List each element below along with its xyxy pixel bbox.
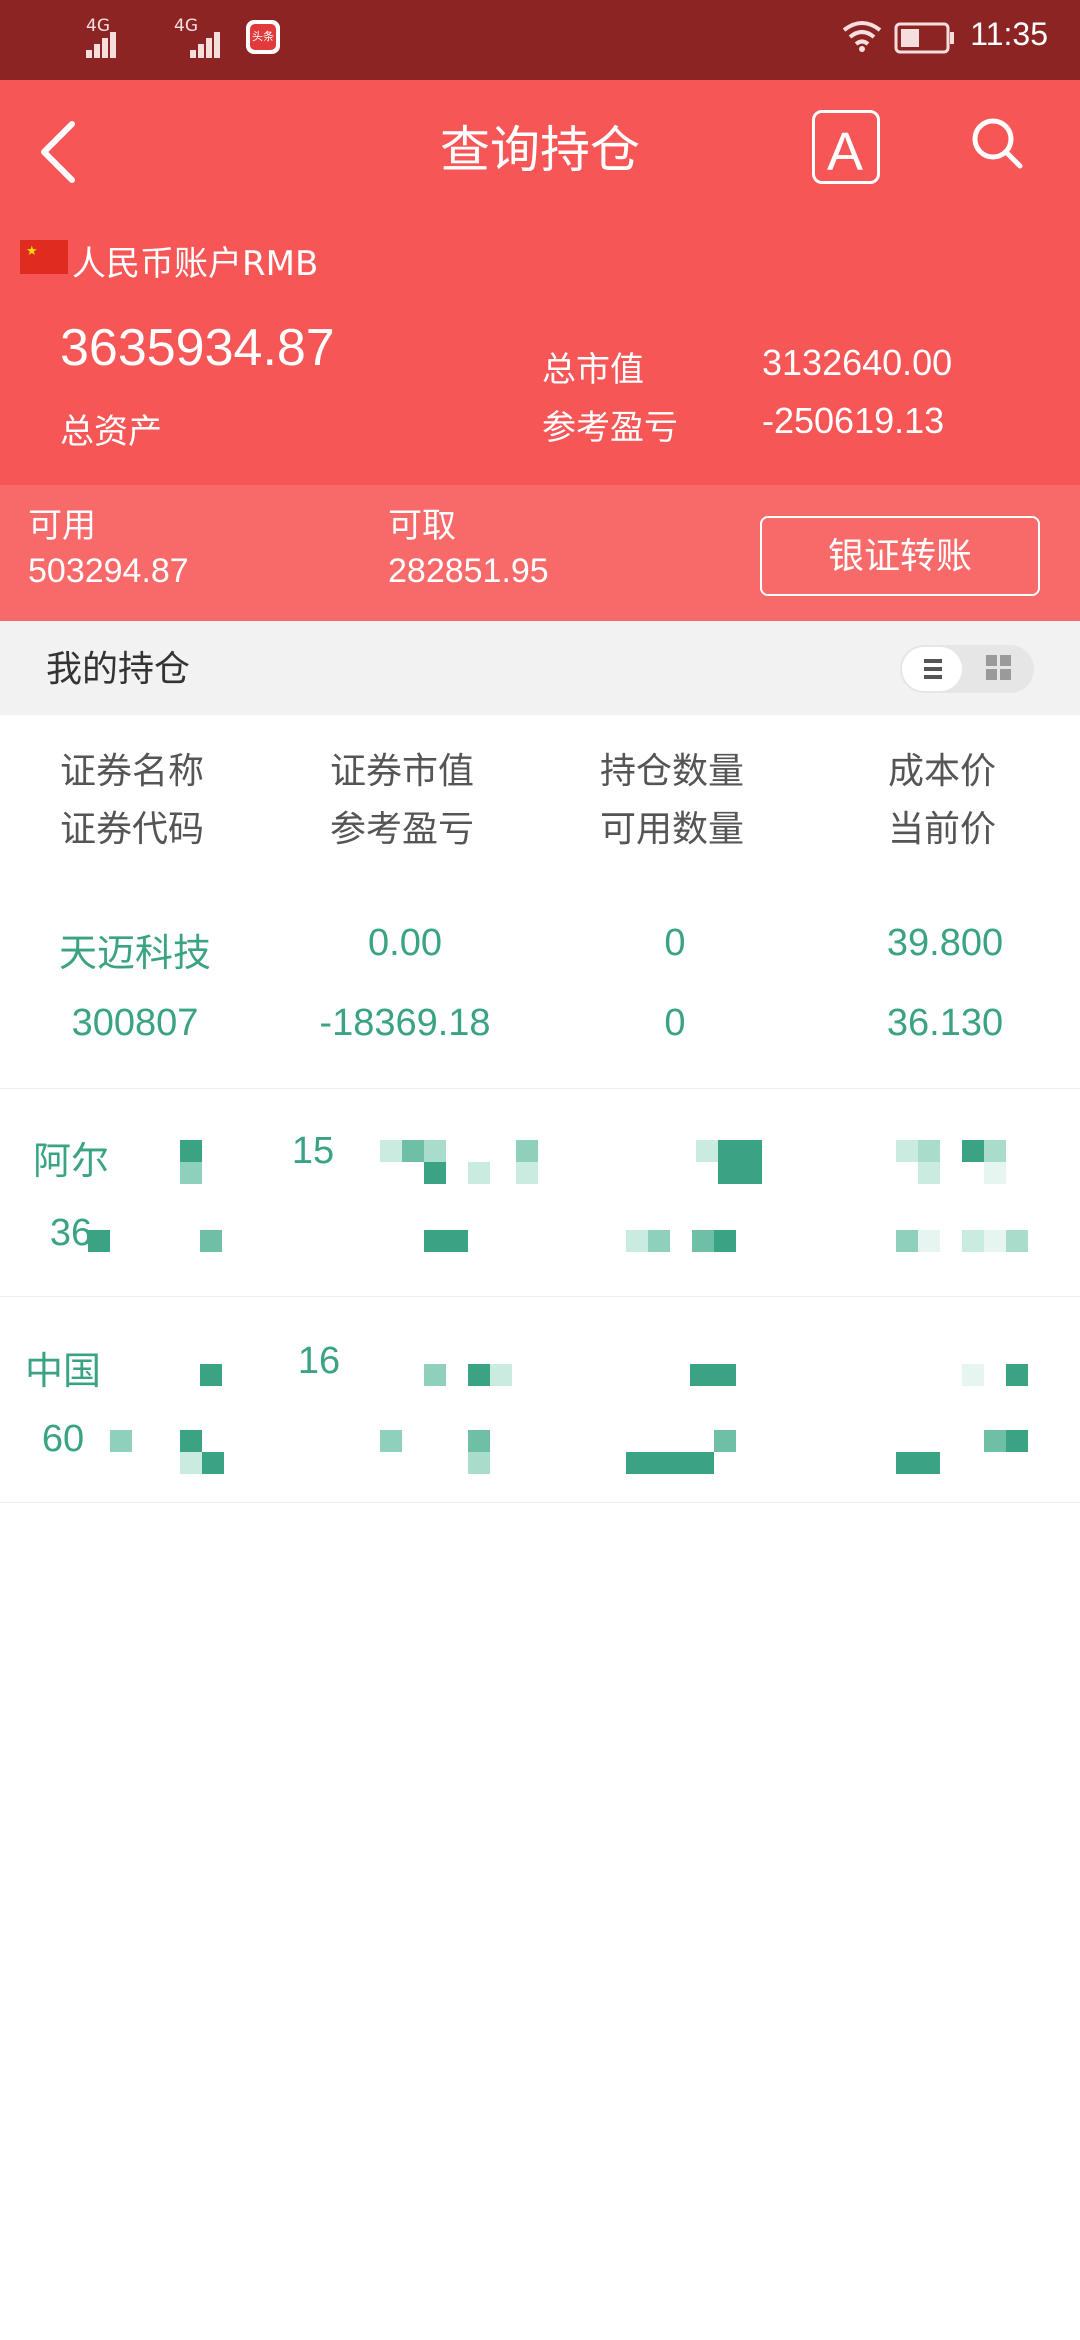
row-divider	[0, 1088, 1080, 1089]
china-flag-icon: ★	[20, 240, 68, 274]
stock-name: 天迈科技	[58, 931, 211, 975]
market-value: 16	[297, 1340, 341, 1382]
col-header-code: 证券代码	[59, 809, 204, 850]
usable-value: 503294.87	[28, 552, 189, 590]
grid-view-icon[interactable]	[986, 655, 1012, 681]
col-header-price: 当前价	[887, 809, 996, 850]
total-assets-label: 总资产	[60, 412, 162, 452]
total-assets-value: 3635934.87	[60, 319, 335, 377]
status-bar: 4G 4G 头条 11:35	[0, 0, 1080, 80]
wifi-icon	[842, 21, 882, 52]
position-qty: 0	[664, 922, 686, 964]
market-value-label: 总市值	[542, 350, 644, 390]
pnl-label: 参考盈亏	[542, 408, 678, 448]
app-notification-icon: 头条	[246, 20, 280, 54]
holdings-title: 我的持仓	[46, 649, 191, 690]
list-view-icon[interactable]	[902, 647, 962, 691]
stock-code: 300807	[71, 1002, 199, 1044]
current-price: 36.130	[886, 1002, 1004, 1044]
signal-icon	[190, 28, 226, 58]
stock-name: 阿尔	[32, 1139, 109, 1183]
pnl: -18369.18	[319, 1002, 491, 1044]
clock: 11:35	[970, 16, 1048, 52]
account-label: 人民币账户RMB	[72, 244, 319, 284]
col-header-pnl: 参考盈亏	[329, 809, 474, 850]
col-header-name: 证券名称	[59, 751, 204, 792]
bank-transfer-button[interactable]: 银证转账	[760, 516, 1040, 596]
page-title: 查询持仓	[440, 121, 640, 179]
signal-icon	[86, 28, 122, 58]
font-size-icon[interactable]: A	[812, 110, 880, 184]
col-header-avail-qty: 可用数量	[599, 809, 744, 850]
col-header-market-value: 证券市值	[329, 751, 474, 792]
pnl-value: -250619.13	[762, 400, 945, 441]
market-value: 0.00	[368, 922, 442, 964]
col-header-qty: 持仓数量	[599, 751, 744, 792]
col-header-cost: 成本价	[887, 751, 996, 792]
row-divider	[0, 1502, 1080, 1503]
withdrawable-label: 可取	[388, 506, 456, 546]
row-divider	[0, 1296, 1080, 1297]
search-icon[interactable]	[968, 114, 1028, 174]
battery-icon	[894, 22, 954, 54]
stock-name: 中国	[24, 1349, 101, 1393]
cost-price: 39.800	[886, 922, 1004, 964]
withdrawable-value: 282851.95	[388, 552, 549, 590]
stock-code: 60	[41, 1418, 85, 1460]
available-qty: 0	[664, 1002, 686, 1044]
usable-label: 可用	[28, 506, 96, 546]
market-value: 3132640.00	[762, 342, 953, 383]
